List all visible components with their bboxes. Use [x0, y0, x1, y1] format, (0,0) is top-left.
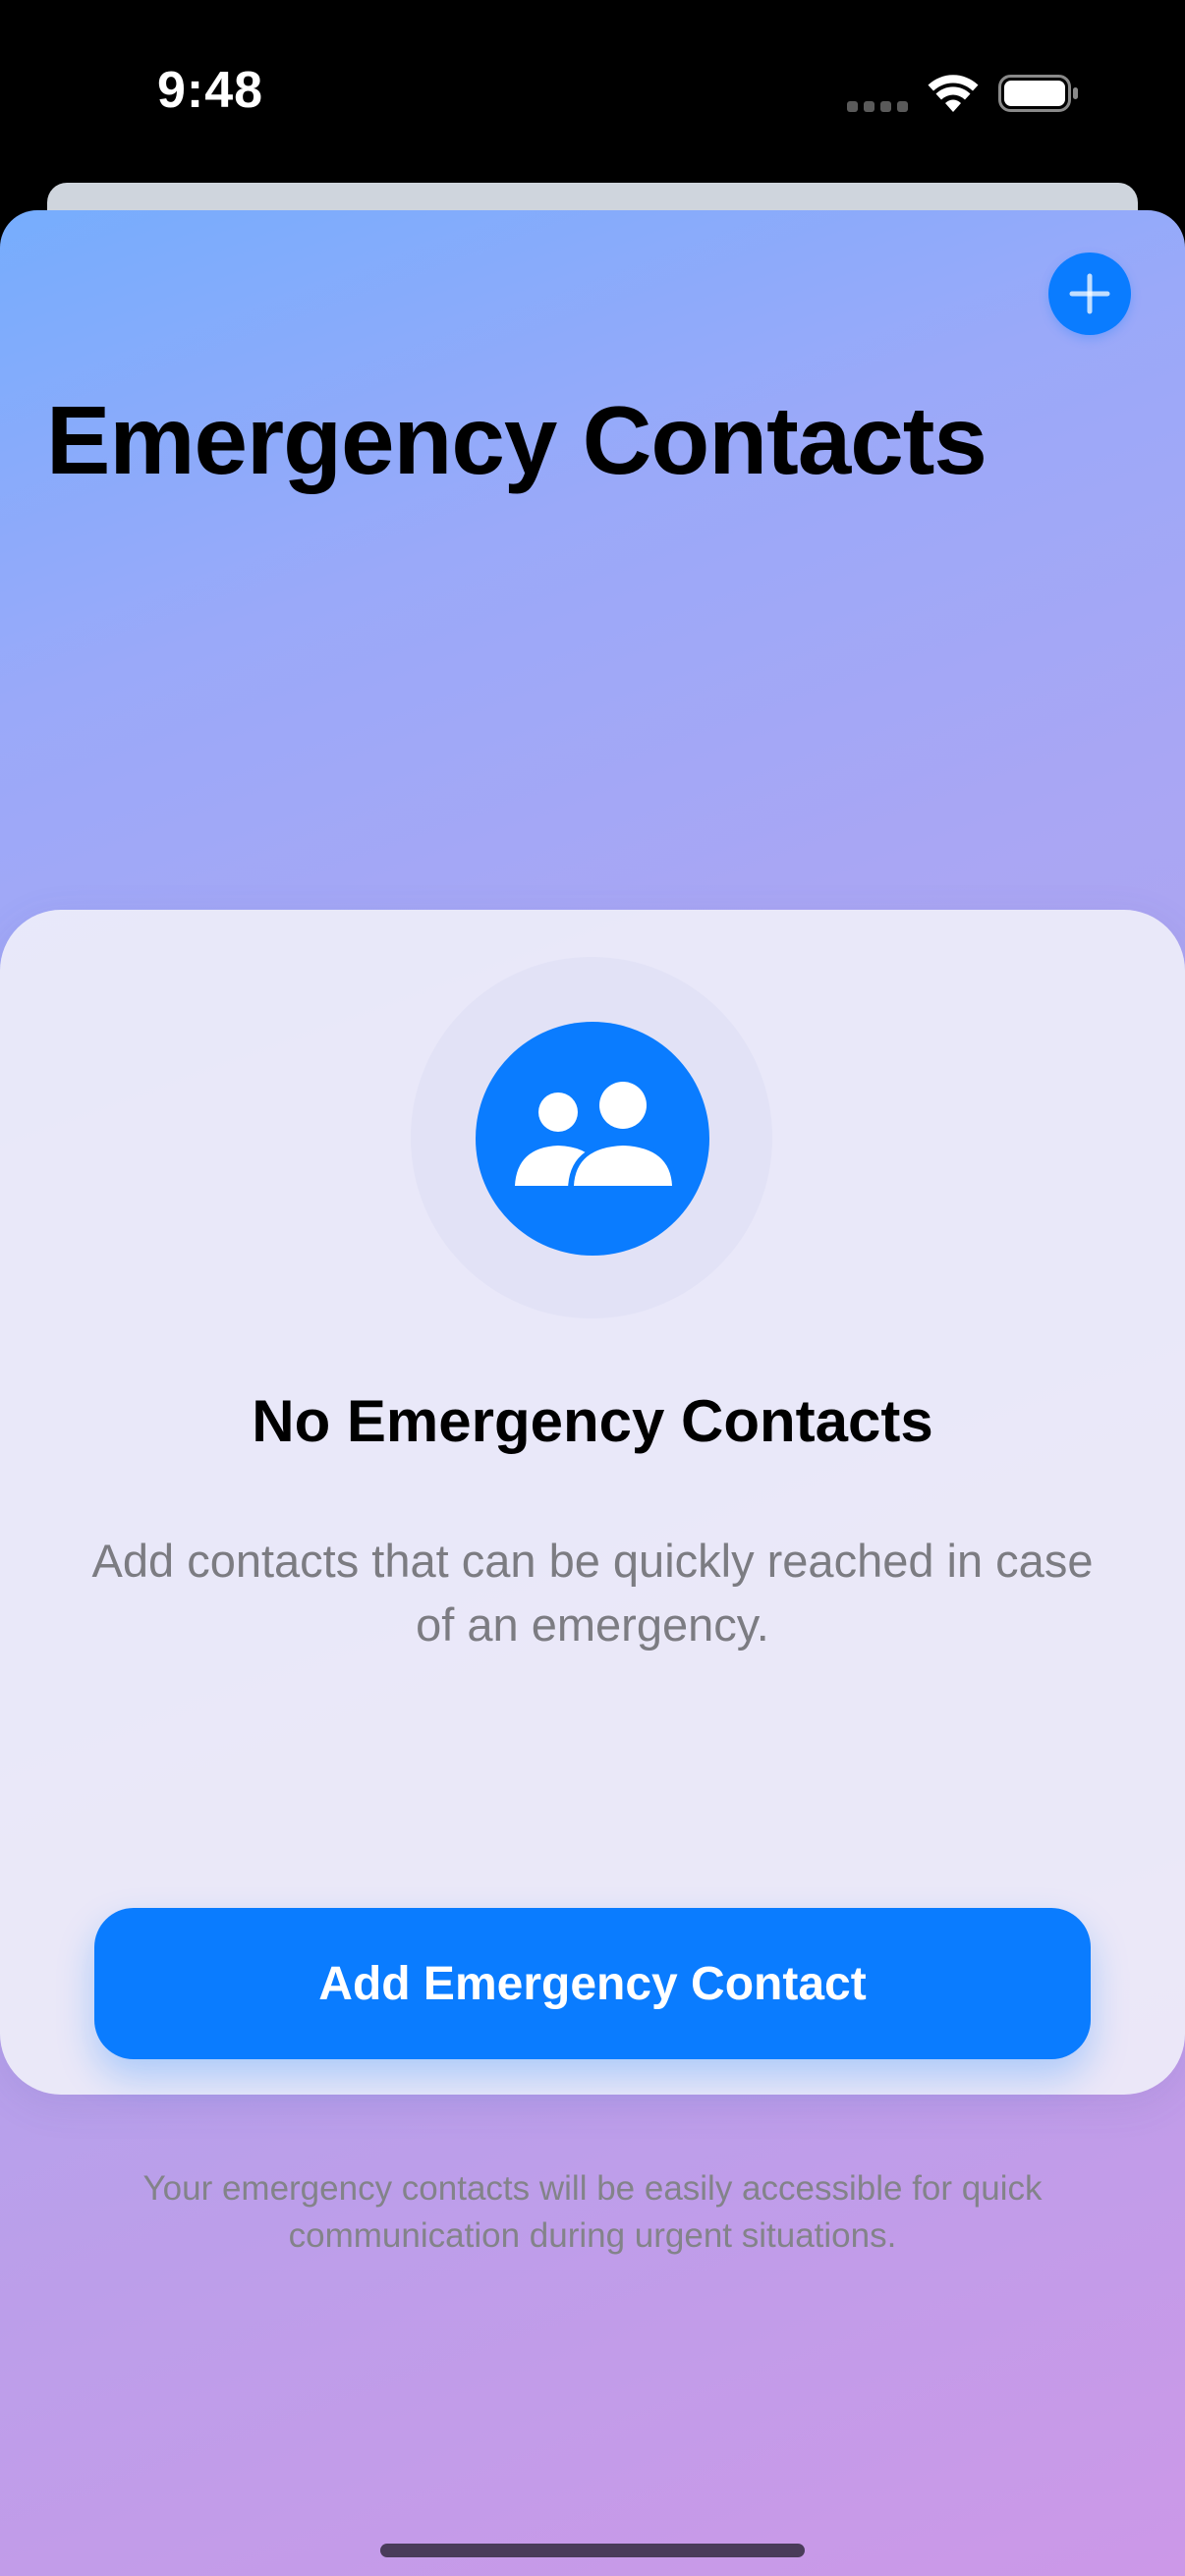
- add-emergency-contact-button[interactable]: Add Emergency Contact: [94, 1908, 1091, 2059]
- battery-icon: [998, 75, 1079, 112]
- wifi-icon: [928, 75, 979, 114]
- person-2-fill-icon: [515, 1077, 678, 1191]
- empty-state-title: No Emergency Contacts: [252, 1388, 933, 1454]
- emergency-contacts-sheet: Emergency Contacts No Emergency Contacts…: [0, 210, 1185, 2576]
- add-contact-button[interactable]: [1048, 252, 1131, 335]
- empty-state-card: No Emergency Contacts Add contacts that …: [0, 910, 1185, 2255]
- status-time: 9:48: [157, 62, 264, 119]
- home-indicator[interactable]: [380, 2544, 805, 2557]
- page-title: Emergency Contacts: [46, 386, 988, 494]
- contacts-icon-badge: [476, 1022, 709, 1256]
- status-bar: 9:48: [0, 0, 1185, 187]
- add-emergency-contact-label: Add Emergency Contact: [318, 1957, 867, 2010]
- plus-icon: [1069, 273, 1110, 314]
- empty-state-footnote: Your emergency contacts will be easily a…: [142, 2169, 1043, 2255]
- cellular-signal-icon: [847, 101, 908, 113]
- empty-state-description: Add contacts that can be quickly reached…: [91, 1535, 1094, 1651]
